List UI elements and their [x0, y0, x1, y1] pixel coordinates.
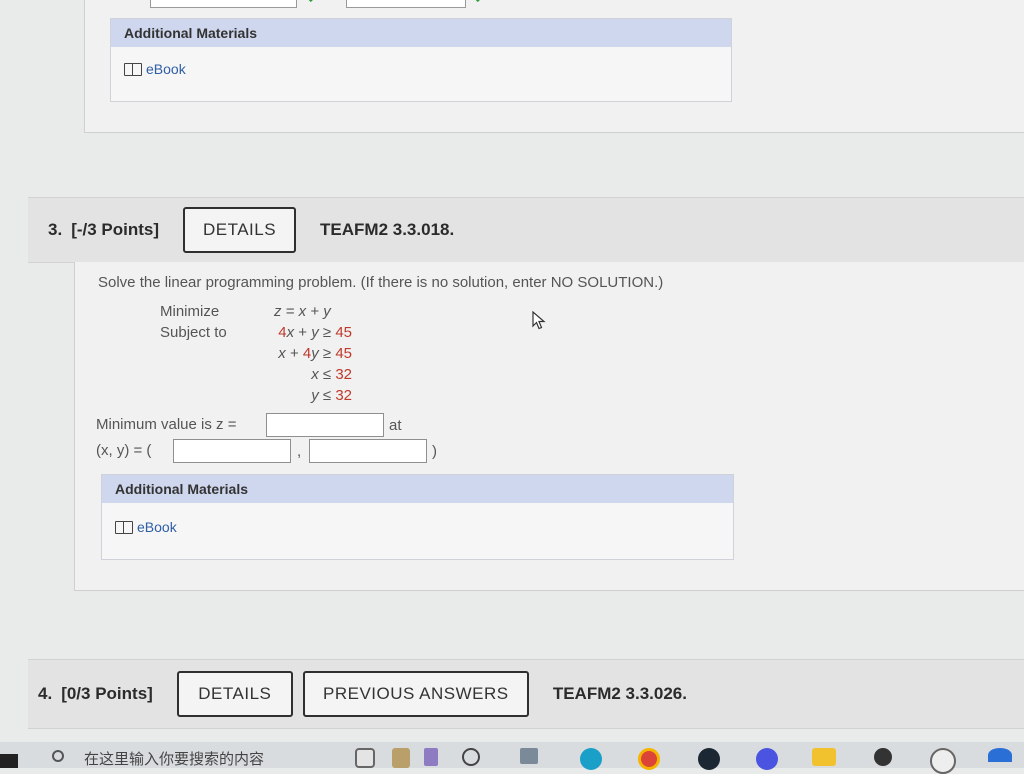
- additional-materials-heading: Additional Materials: [111, 19, 731, 47]
- taskbar: 在这里输入你要搜索的内容: [0, 742, 1024, 774]
- constraint-4: y ≤ 32: [252, 387, 352, 404]
- edge-browser-icon[interactable]: [580, 748, 602, 770]
- question-code: TEAFM2 3.3.018.: [320, 220, 455, 239]
- question-points: [0/3 Points]: [61, 684, 153, 703]
- book-icon: [115, 520, 133, 534]
- search-icon: [52, 750, 64, 762]
- constraint-text: x + 4y ≥ 45: [278, 345, 352, 362]
- chrome-browser-icon[interactable]: [638, 748, 660, 770]
- ebook-link[interactable]: eBook: [102, 519, 733, 535]
- at-label: at: [389, 417, 402, 434]
- app-icon[interactable]: [520, 748, 538, 764]
- objective-function: z = x + y: [274, 303, 331, 320]
- question-4-header: 4. [0/3 Points] DETAILS PREVIOUS ANSWERS…: [28, 659, 1024, 729]
- app-icon[interactable]: [988, 748, 1012, 762]
- question-code: TEAFM2 3.3.026.: [552, 684, 687, 703]
- constraint-text: y ≤ 32: [311, 387, 352, 404]
- ebook-label[interactable]: eBook: [146, 61, 186, 77]
- ebook-link[interactable]: eBook: [111, 61, 731, 77]
- app-icon[interactable]: [930, 748, 956, 774]
- book-icon: [124, 62, 142, 76]
- additional-materials-heading: Additional Materials: [102, 475, 733, 503]
- previous-answers-button[interactable]: PREVIOUS ANSWERS: [302, 671, 529, 717]
- question-2-answer-row: [150, 0, 570, 8]
- details-button[interactable]: DETAILS: [183, 207, 297, 253]
- task-view-icon[interactable]: [462, 748, 480, 766]
- question-number: 4.: [38, 684, 53, 703]
- app-icon[interactable]: [355, 748, 375, 768]
- constraint-2: x + 4y ≥ 45: [252, 345, 352, 362]
- minimize-label: Minimize: [160, 303, 220, 320]
- minimum-value-input[interactable]: [266, 413, 384, 437]
- windows-start-icon[interactable]: [0, 754, 18, 768]
- constraint-1: 4x + y ≥ 45: [252, 324, 352, 341]
- question-points: [-/3 Points]: [71, 220, 160, 239]
- app-icon[interactable]: [698, 748, 720, 770]
- comma-separator: ,: [297, 443, 302, 460]
- x-value-input[interactable]: [173, 439, 291, 463]
- correct-check-icon: [303, 0, 320, 2]
- question-number: 3.: [48, 220, 63, 239]
- ebook-label[interactable]: eBook: [137, 519, 177, 535]
- app-icon[interactable]: [392, 748, 410, 768]
- details-button[interactable]: DETAILS: [176, 671, 293, 717]
- mouse-cursor-icon: [532, 311, 546, 330]
- constraint-text: x ≤ 32: [311, 366, 352, 383]
- app-icon[interactable]: [874, 748, 892, 766]
- question-3-header: 3. [-/3 Points] DETAILS TEAFM2 3.3.018.: [28, 197, 1024, 263]
- app-icon[interactable]: [424, 748, 438, 766]
- minimum-value-label: Minimum value is z =: [96, 416, 237, 433]
- taskbar-search-input[interactable]: 在这里输入你要搜索的内容: [84, 748, 264, 769]
- additional-materials-panel: Additional Materials eBook: [101, 474, 734, 560]
- folder-icon[interactable]: [812, 748, 836, 766]
- answer-input[interactable]: [346, 0, 466, 8]
- correct-check-icon: [470, 0, 487, 2]
- constraint-3: x ≤ 32: [252, 366, 352, 383]
- answer-input[interactable]: [150, 0, 297, 8]
- close-paren: ): [432, 443, 437, 460]
- additional-materials-panel: Additional Materials eBook: [110, 18, 732, 102]
- y-value-input[interactable]: [309, 439, 427, 463]
- constraint-text: 4x + y ≥ 45: [278, 324, 352, 341]
- xy-label: (x, y) = (: [96, 442, 152, 459]
- subject-to-label: Subject to: [160, 324, 227, 341]
- app-icon[interactable]: [756, 748, 778, 770]
- problem-instructions: Solve the linear programming problem. (I…: [98, 274, 664, 291]
